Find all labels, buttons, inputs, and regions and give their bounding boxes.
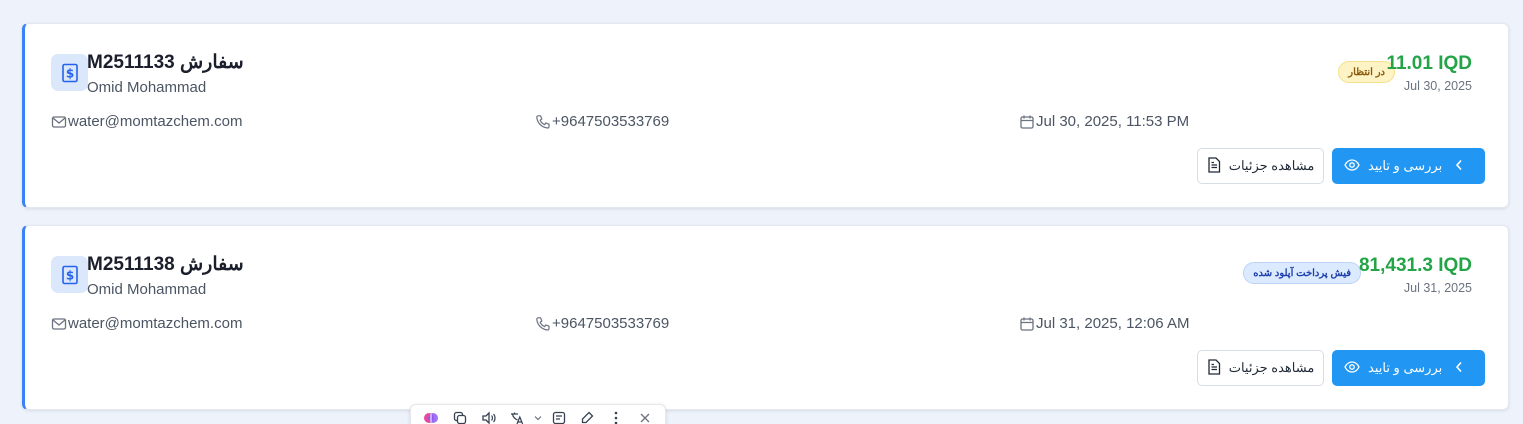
svg-text:$: $ [65, 66, 73, 80]
customer-phone: +9647503533769 [535, 113, 669, 130]
calendar-icon [1019, 114, 1035, 130]
customer-email: water@momtazchem.com [51, 113, 242, 130]
order-date: Jul 30, 2025 [1403, 79, 1472, 93]
mail-icon [51, 114, 67, 130]
phone-icon [535, 316, 551, 332]
order-title: M2511138 سفارش [87, 254, 244, 275]
order-title: M2511133 سفارش [87, 52, 244, 73]
phone-icon [535, 114, 551, 130]
calendar-icon [1019, 316, 1035, 332]
view-details-button[interactable]: مشاهده جزئیات [1197, 350, 1324, 386]
review-approve-button[interactable]: بررسی و تایید [1332, 148, 1485, 184]
email-text: water@momtazchem.com [68, 113, 243, 130]
review-approve-label: بررسی و تایید [1368, 360, 1443, 375]
order-card: $ M2511138 سفارش Omid Mohammad فیش پرداخ… [22, 225, 1509, 410]
order-datetime: Jul 30, 2025, 11:53 PM [1019, 113, 1189, 130]
brain-icon[interactable] [417, 405, 446, 424]
translate-icon[interactable] [503, 405, 532, 424]
file-text-icon [1207, 358, 1221, 378]
order-amount: 81,431.3 IQD [1358, 255, 1472, 276]
mail-icon [51, 316, 67, 332]
order-amount: 11.01 IQD [1386, 53, 1472, 74]
status-badge: فیش پرداخت آپلود شده [1243, 262, 1361, 284]
email-text: water@momtazchem.com [68, 315, 243, 332]
chevron-down-icon[interactable] [532, 405, 545, 424]
chevron-left-icon [1455, 361, 1463, 376]
order-card: $ M2511133 سفارش Omid Mohammad در انتظار… [22, 23, 1509, 208]
view-details-label: مشاهده جزئیات [1228, 158, 1315, 173]
dollar-document-icon: $ [51, 256, 88, 293]
chevron-left-icon [1455, 159, 1463, 174]
eye-icon [1344, 360, 1360, 377]
customer-name: Omid Mohammad [87, 281, 207, 298]
highlight-icon[interactable] [573, 405, 602, 424]
speaker-icon[interactable] [474, 405, 503, 424]
eye-icon [1344, 158, 1360, 175]
svg-text:$: $ [65, 268, 73, 282]
customer-phone: +9647503533769 [535, 315, 669, 332]
phone-text: +9647503533769 [552, 113, 670, 130]
datetime-text: Jul 31, 2025, 12:06 AM [1036, 315, 1190, 332]
customer-name: Omid Mohammad [87, 79, 207, 96]
floating-toolbar [410, 404, 666, 424]
review-approve-label: بررسی و تایید [1368, 158, 1443, 173]
customer-email: water@momtazchem.com [51, 315, 242, 332]
datetime-text: Jul 30, 2025, 11:53 PM [1036, 113, 1190, 130]
file-text-icon [1207, 156, 1221, 176]
more-icon[interactable] [602, 405, 631, 424]
order-date: Jul 31, 2025 [1403, 281, 1472, 295]
review-approve-button[interactable]: بررسی و تایید [1332, 350, 1485, 386]
order-datetime: Jul 31, 2025, 12:06 AM [1019, 315, 1189, 332]
note-icon[interactable] [544, 405, 573, 424]
phone-text: +9647503533769 [552, 315, 670, 332]
dollar-document-icon: $ [51, 54, 88, 91]
copy-icon[interactable] [446, 405, 475, 424]
view-details-button[interactable]: مشاهده جزئیات [1197, 148, 1324, 184]
close-icon[interactable] [630, 405, 659, 424]
view-details-label: مشاهده جزئیات [1228, 360, 1315, 375]
